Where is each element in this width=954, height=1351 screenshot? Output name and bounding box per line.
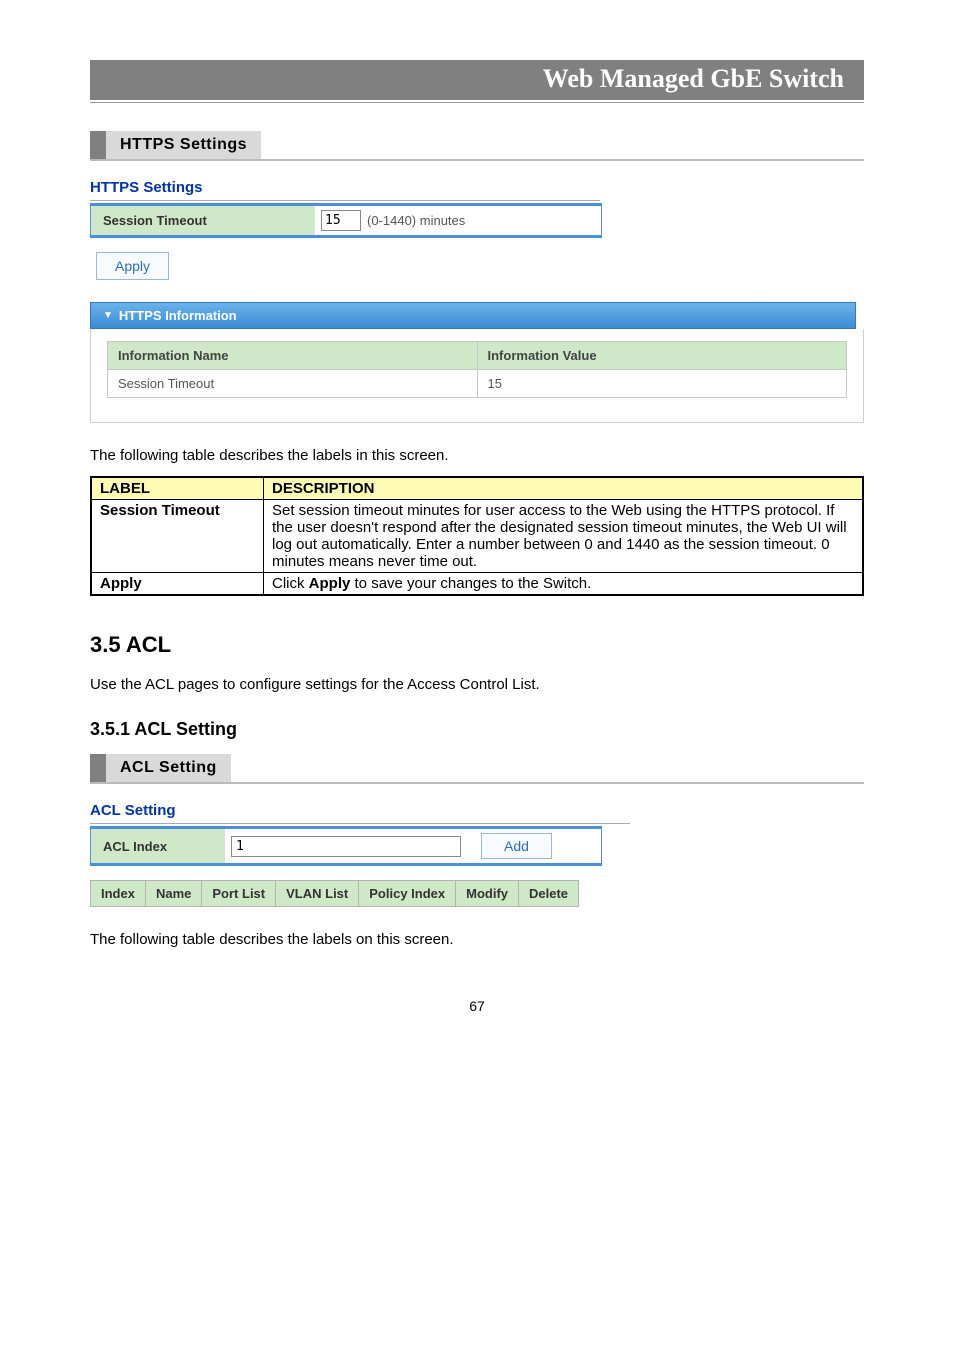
desc-row-desc-1: Click Apply to save your changes to the … (264, 573, 864, 596)
acl-col-delete: Delete (519, 881, 579, 907)
acl-setting-heading: 3.5.1 ACL Setting (90, 719, 864, 740)
acl-setting-tab[interactable]: ACL Setting (106, 754, 231, 782)
acl-col-portlist: Port List (202, 881, 276, 907)
info-header-name: Information Name (108, 342, 478, 370)
acl-col-policyindex: Policy Index (359, 881, 456, 907)
https-settings-tab-row: HTTPS Settings (90, 131, 864, 161)
desc-row-label-1: Apply (91, 573, 264, 596)
table-row: Session Timeout 15 (108, 370, 847, 398)
desc-header-label: LABEL (91, 477, 264, 500)
acl-columns-table: Index Name Port List VLAN List Policy In… (90, 880, 579, 907)
session-timeout-label: Session Timeout (91, 206, 315, 235)
chevron-down-icon: ▼ (103, 310, 113, 321)
session-timeout-input[interactable] (321, 210, 361, 231)
acl-index-label: ACL Index (91, 829, 225, 863)
https-information-title: HTTPS Information (119, 308, 237, 323)
acl-index-input[interactable] (231, 836, 461, 857)
desc-intro-text: The following table describes the labels… (90, 447, 864, 464)
acl-col-vlanlist: VLAN List (276, 881, 359, 907)
acl-setting-title: ACL Setting (90, 802, 630, 824)
desc-header-description: DESCRIPTION (264, 477, 864, 500)
https-settings-title: HTTPS Settings (90, 179, 600, 201)
session-timeout-row: Session Timeout (0-1440) minutes (90, 203, 602, 238)
table-row: Session Timeout Set session timeout minu… (91, 500, 863, 573)
https-settings-tab[interactable]: HTTPS Settings (106, 131, 261, 159)
header-rule (90, 102, 864, 103)
https-information-panel-body: Information Name Information Value Sessi… (90, 329, 864, 423)
page-number: 67 (90, 998, 864, 1014)
add-button[interactable]: Add (481, 833, 552, 859)
session-timeout-units: (0-1440) minutes (367, 213, 465, 228)
desc-row-desc-0: Set session timeout minutes for user acc… (264, 500, 864, 573)
description-table: LABEL DESCRIPTION Session Timeout Set se… (90, 476, 864, 596)
tab-accent (90, 131, 106, 159)
page-header-banner: Web Managed GbE Switch (90, 60, 864, 100)
https-information-table: Information Name Information Value Sessi… (107, 341, 847, 398)
acl-index-input-cell: Add (225, 829, 601, 863)
acl-intro-text: Use the ACL pages to configure settings … (90, 676, 864, 693)
info-row-name: Session Timeout (108, 370, 478, 398)
info-header-value: Information Value (477, 342, 847, 370)
desc-row-label-0: Session Timeout (91, 500, 264, 573)
desc-intro-text-2: The following table describes the labels… (90, 931, 864, 948)
acl-index-row: ACL Index Add (90, 826, 602, 866)
info-row-value: 15 (477, 370, 847, 398)
table-row: Apply Click Apply to save your changes t… (91, 573, 863, 596)
acl-col-index: Index (91, 881, 146, 907)
session-timeout-input-cell: (0-1440) minutes (315, 206, 601, 235)
acl-col-name: Name (145, 881, 201, 907)
acl-setting-tab-row: ACL Setting (90, 754, 864, 784)
apply-button[interactable]: Apply (96, 252, 169, 280)
tab-accent (90, 754, 106, 782)
acl-heading: 3.5 ACL (90, 632, 864, 658)
acl-col-modify: Modify (456, 881, 519, 907)
https-information-panel-header[interactable]: ▼ HTTPS Information (90, 302, 856, 329)
